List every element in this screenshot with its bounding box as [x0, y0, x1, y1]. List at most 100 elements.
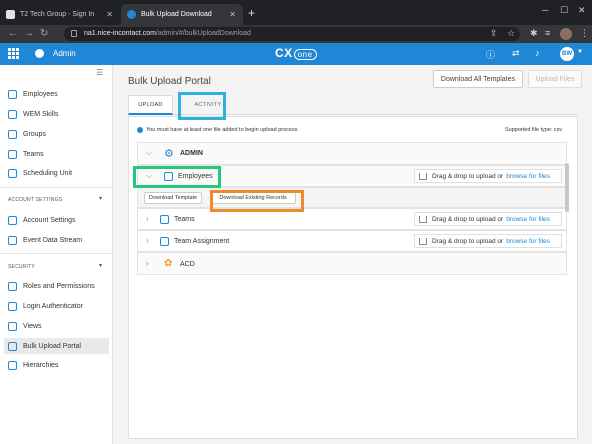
- reading-list-icon[interactable]: ≡: [545, 28, 550, 38]
- reload-icon[interactable]: ↻: [40, 28, 48, 40]
- tree-row-team-assignment[interactable]: › Team Assignment Drag & drop to upload …: [137, 230, 567, 252]
- tree-row-acd[interactable]: › ✿ ACD: [137, 252, 567, 275]
- chevron-right-icon[interactable]: ›: [146, 259, 149, 268]
- tree-scrollbar[interactable]: [565, 163, 569, 212]
- teams-icon: [160, 215, 169, 224]
- user-icon: [8, 89, 17, 99]
- collapse-sidebar-icon[interactable]: ☰: [96, 68, 103, 77]
- highlight-download-existing: [210, 190, 304, 212]
- dropzone-team-assignment[interactable]: Drag & drop to upload or browse for file…: [414, 234, 562, 248]
- upload-notice: You must have at least one file added to…: [137, 127, 297, 133]
- chevron-down-icon[interactable]: ▾: [99, 195, 102, 202]
- dropzone-text: Drag & drop to upload or: [432, 237, 504, 245]
- sidebar-item-bulk-upload-portal[interactable]: Bulk Upload Portal: [4, 338, 109, 354]
- sidebar-item-groups[interactable]: Groups: [4, 126, 109, 142]
- key-icon: [8, 301, 17, 311]
- upload-icon: [419, 216, 427, 223]
- upload-icon: [8, 341, 17, 351]
- logo-suffix: one: [293, 49, 317, 60]
- sidebar-item-label: Scheduling Unit: [23, 169, 73, 177]
- upload-icon: [419, 238, 427, 245]
- sidebar-item-teams[interactable]: Teams: [4, 146, 109, 162]
- forward-icon[interactable]: →: [24, 28, 34, 40]
- browse-files-link[interactable]: browse for files: [506, 216, 550, 223]
- app-header: Admin CX one ⓘ ⇄ ♪ BW ▼: [0, 43, 592, 65]
- chevron-down-icon[interactable]: ⌵: [146, 148, 152, 158]
- highlight-activity-tab: [178, 92, 226, 120]
- tab-upload[interactable]: UPLOAD: [128, 95, 173, 115]
- chevron-right-icon[interactable]: ›: [146, 214, 149, 223]
- sidebar-item-label: Event Data Stream: [23, 236, 83, 244]
- hierarchy-icon: [8, 360, 17, 370]
- app-launcher-icon[interactable]: [8, 48, 19, 59]
- dropzone-employees[interactable]: Drag & drop to upload or browse for file…: [414, 169, 562, 183]
- url-host: na1.nice-incontact.com: [84, 30, 156, 37]
- maximize-icon[interactable]: ☐: [560, 5, 568, 16]
- sidebar-item-roles-and-permissions[interactable]: Roles and Permissions: [4, 278, 109, 294]
- upload-icon: [419, 173, 427, 180]
- url-path: /admin/#/bulkUploadDownload: [155, 30, 251, 37]
- browse-files-link[interactable]: browse for files: [506, 238, 550, 245]
- user-avatar[interactable]: BW: [560, 47, 574, 61]
- notice-text: You must have at least one file added to…: [146, 127, 298, 133]
- main-content: Bulk Upload Portal Download All Template…: [113, 65, 592, 444]
- sidebar: ☰ Employees WEM Skills Groups Teams Sche…: [0, 65, 113, 444]
- tree-row-employee-actions: Download Template Download Existing Reco…: [137, 187, 567, 208]
- switch-icon[interactable]: ⇄: [512, 48, 520, 59]
- star-icon[interactable]: ☆: [507, 28, 515, 39]
- chevron-down-icon[interactable]: ▼: [577, 49, 583, 55]
- sidebar-item-event-data-stream[interactable]: Event Data Stream: [4, 232, 109, 248]
- sidebar-item-label: Login Authenticator: [23, 302, 83, 310]
- browse-files-link[interactable]: browse for files: [506, 173, 550, 180]
- sidebar-item-label: Groups: [23, 130, 46, 138]
- sidebar-item-hierarchies[interactable]: Hierarchies: [4, 357, 109, 373]
- tree-label: Team Assignment: [174, 238, 230, 245]
- lock-icon: [71, 30, 77, 37]
- sidebar-item-employees[interactable]: Employees: [4, 86, 109, 102]
- close-window-icon[interactable]: ✕: [578, 5, 586, 16]
- close-tab-icon[interactable]: ✕: [106, 10, 113, 19]
- stream-icon: [8, 235, 17, 245]
- sidebar-item-label: WEM Skills: [23, 110, 59, 118]
- browser-tab[interactable]: T2 Tech Group - Sign In ✕: [0, 4, 120, 25]
- browser-tab-active[interactable]: Bulk Upload Download ✕: [121, 4, 243, 25]
- download-template-button[interactable]: Download Template: [144, 192, 202, 204]
- sidebar-item-views[interactable]: Views: [4, 318, 109, 334]
- new-tab-icon[interactable]: +: [248, 6, 255, 20]
- help-icon[interactable]: ⓘ: [486, 48, 495, 61]
- favicon-icon: [6, 10, 15, 19]
- menu-icon[interactable]: ⋮: [580, 28, 589, 39]
- team-assignment-icon: [160, 237, 169, 246]
- info-icon: [137, 127, 143, 133]
- download-all-templates-button[interactable]: Download All Templates: [433, 70, 523, 88]
- acd-icon: ✿: [164, 258, 173, 269]
- sidebar-divider: [0, 253, 112, 254]
- upload-files-button[interactable]: Upload Files: [528, 70, 582, 88]
- chevron-down-icon[interactable]: ▾: [99, 262, 102, 269]
- minimize-icon[interactable]: ─: [542, 5, 548, 15]
- tree-row-admin[interactable]: ⌵ ⚙ ADMIN: [137, 142, 567, 165]
- sidebar-item-login-authenticator[interactable]: Login Authenticator: [4, 298, 109, 314]
- sidebar-item-wem-skills[interactable]: WEM Skills: [4, 106, 109, 122]
- supported-file-type: Supported file type: csv: [505, 127, 563, 133]
- browser-toolbar: ← → ↻ na1.nice-incontact.com/admin/#/bul…: [0, 25, 592, 43]
- extensions-icon[interactable]: ✱: [530, 28, 538, 39]
- favicon-icon: [127, 10, 136, 19]
- sidebar-item-account-settings[interactable]: Account Settings: [4, 212, 109, 228]
- views-icon: [8, 321, 17, 331]
- tree-row-teams[interactable]: › Teams Drag & drop to upload or browse …: [137, 208, 567, 230]
- browser-tab-bar: T2 Tech Group - Sign In ✕ Bulk Upload Do…: [0, 0, 592, 25]
- gear-icon: ⚙: [164, 148, 174, 160]
- notifications-icon[interactable]: ♪: [535, 48, 540, 58]
- share-icon[interactable]: ⇪: [490, 28, 498, 39]
- profile-avatar[interactable]: [560, 28, 572, 40]
- chevron-right-icon[interactable]: ›: [146, 236, 149, 245]
- address-bar[interactable]: na1.nice-incontact.com/admin/#/bulkUploa…: [64, 27, 520, 41]
- admin-icon: [35, 49, 44, 58]
- sidebar-divider: [0, 187, 112, 188]
- close-tab-icon[interactable]: ✕: [229, 10, 236, 19]
- dropzone-teams[interactable]: Drag & drop to upload or browse for file…: [414, 212, 562, 226]
- sidebar-item-scheduling-unit[interactable]: Scheduling Unit: [4, 165, 109, 181]
- back-icon[interactable]: ←: [8, 28, 18, 40]
- sidebar-section-account: ACCOUNT SETTINGS: [8, 197, 63, 203]
